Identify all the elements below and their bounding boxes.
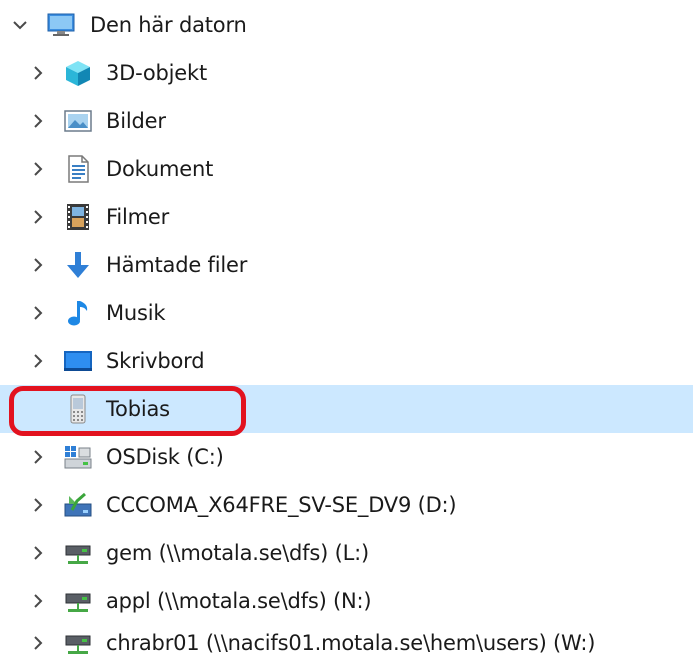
tree-item-documents[interactable]: Dokument <box>0 145 693 193</box>
tree-item-label: appl (\\motala.se\dfs) (N:) <box>106 589 372 613</box>
chevron-right-icon[interactable] <box>27 494 49 516</box>
documents-icon <box>63 154 93 184</box>
chevron-right-icon[interactable] <box>27 542 49 564</box>
music-icon <box>63 298 93 328</box>
phone-device-icon <box>63 394 93 424</box>
tree-item-label: CCCOMA_X64FRE_SV-SE_DV9 (D:) <box>106 493 457 517</box>
tree-item-os-disk[interactable]: OSDisk (C:) <box>0 433 693 481</box>
tree-item-desktop[interactable]: Skrivbord <box>0 337 693 385</box>
tree-item-tobias[interactable]: Tobias <box>0 385 693 433</box>
tree-item-downloads[interactable]: Hämtade filer <box>0 241 693 289</box>
desktop-icon <box>63 346 93 376</box>
tree-item-dvd-drive[interactable]: CCCOMA_X64FRE_SV-SE_DV9 (D:) <box>0 481 693 529</box>
tree-item-label: OSDisk (C:) <box>106 445 224 469</box>
tree-item-videos[interactable]: Filmer <box>0 193 693 241</box>
chevron-right-icon[interactable] <box>27 206 49 228</box>
tree-item-label: Hämtade filer <box>106 253 248 277</box>
tree-item-label: gem (\\motala.se\dfs) (L:) <box>106 541 369 565</box>
chevron-right-icon[interactable] <box>27 350 49 372</box>
videos-icon <box>63 202 93 232</box>
navigation-tree: Den här datorn 3D-objekt Bilder Dokument… <box>0 0 693 663</box>
this-pc-icon <box>46 10 76 40</box>
tree-item-label: Tobias <box>106 397 170 421</box>
chevron-right-icon[interactable] <box>27 302 49 324</box>
tree-item-music[interactable]: Musik <box>0 289 693 337</box>
chevron-right-icon[interactable] <box>27 446 49 468</box>
chevron-right-icon[interactable] <box>27 590 49 612</box>
pictures-icon <box>63 106 93 136</box>
chevron-right-icon[interactable] <box>27 110 49 132</box>
tree-item-network-drive-n[interactable]: appl (\\motala.se\dfs) (N:) <box>0 577 693 625</box>
tree-item-network-drive-w[interactable]: chrabr01 (\\nacifs01.motala.se\hem\users… <box>0 619 693 663</box>
tree-item-label: 3D-objekt <box>106 61 208 85</box>
tree-item-pictures[interactable]: Bilder <box>0 97 693 145</box>
chevron-right-icon[interactable] <box>27 254 49 276</box>
tree-item-label: Musik <box>106 301 166 325</box>
tree-item-label: Filmer <box>106 205 170 229</box>
network-drive-icon <box>63 538 93 568</box>
tree-item-label: Bilder <box>106 109 166 133</box>
chevron-right-icon[interactable] <box>27 158 49 180</box>
tree-item-this-pc[interactable]: Den här datorn <box>0 1 693 49</box>
downloads-icon <box>63 250 93 280</box>
tree-item-network-drive-l[interactable]: gem (\\motala.se\dfs) (L:) <box>0 529 693 577</box>
tree-item-label: chrabr01 (\\nacifs01.motala.se\hem\users… <box>106 631 596 655</box>
os-drive-icon <box>63 442 93 472</box>
chevron-down-icon[interactable] <box>9 14 31 36</box>
network-drive-icon <box>63 586 93 616</box>
chevron-right-icon[interactable] <box>27 632 49 654</box>
tree-item-label: Skrivbord <box>106 349 205 373</box>
tree-item-label: Dokument <box>106 157 214 181</box>
dvd-drive-icon <box>63 490 93 520</box>
network-drive-icon <box>63 628 93 658</box>
tree-item-3d-objects[interactable]: 3D-objekt <box>0 49 693 97</box>
chevron-right-icon[interactable] <box>27 62 49 84</box>
tree-item-label: Den här datorn <box>90 13 247 37</box>
3d-objects-icon <box>63 58 93 88</box>
